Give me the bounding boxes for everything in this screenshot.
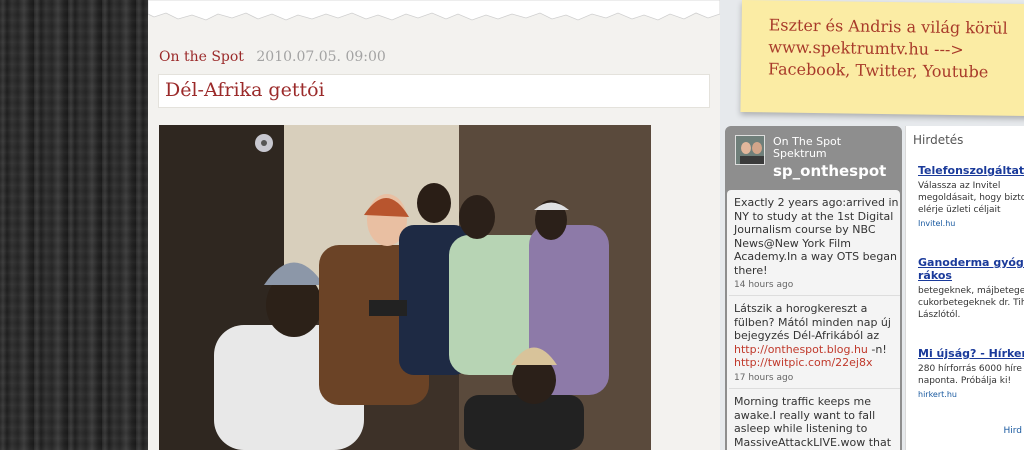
post-date: 2010.07.05. 09:00 <box>256 49 386 65</box>
ad-text-1: betegeknek, májbetege <box>918 286 1024 296</box>
twitter-header: On The Spot Spektrum sp_onthespot <box>725 126 902 190</box>
tweet-item: Morning traffic keeps me awake.I really … <box>734 395 899 449</box>
post-photo <box>159 125 651 450</box>
tweet-divider <box>729 388 900 389</box>
ad-url-link[interactable]: hirkert.hu <box>918 390 1024 399</box>
post-title[interactable]: Dél-Afrika gettói <box>158 74 710 108</box>
tweet-text: Morning traffic keeps me awake.I really … <box>734 395 892 449</box>
twitter-display-name: On The Spot Spektrum <box>773 136 841 160</box>
photo-illustration <box>159 125 651 450</box>
ad-title-link[interactable]: Telefonszolgáltatás <box>918 164 1024 177</box>
tweet-item: Látszik a horogkereszt a fülben? Mától m… <box>734 302 899 385</box>
tweet-divider <box>729 295 900 296</box>
twitter-handle[interactable]: sp_onthespot <box>773 162 886 180</box>
ad-title-link[interactable]: Ganoderma gyógygo <box>918 256 1024 269</box>
ad-text-2: naponta. Próbálja ki! <box>918 376 1012 386</box>
avatar-image <box>736 136 764 164</box>
twitter-timeline: Exactly 2 years ago:arrived in NY to stu… <box>727 190 900 450</box>
torn-paper-edge <box>148 0 720 21</box>
ad-text-2: megoldásait, hogy bizto <box>918 193 1024 203</box>
twitter-avatar[interactable] <box>735 135 765 165</box>
ad-title-link-line2[interactable]: rákos <box>918 269 1024 282</box>
ad-item: Telefonszolgáltatás Válassza az Invitel … <box>918 164 1024 228</box>
ad-title-link[interactable]: Mi újság? - Hírkert <box>918 347 1024 360</box>
wood-background <box>0 0 148 450</box>
post-category-link[interactable]: On the Spot <box>159 49 244 65</box>
tweet-link-twitpic[interactable]: http://twitpic.com/22ej8x <box>734 356 873 369</box>
twitter-name-line2: Spektrum <box>773 147 827 160</box>
tweet-text-mid: -n! <box>867 342 887 356</box>
sticky-line-3[interactable]: Facebook, Twitter, Youtube <box>768 58 1024 84</box>
tweet-time[interactable]: 14 hours ago <box>734 279 899 293</box>
tweet-text: Exactly 2 years ago:arrived in NY to stu… <box>734 196 899 277</box>
tweet-text: Látszik a horogkereszt a fülben? Mától m… <box>734 302 891 342</box>
ad-item: Ganoderma gyógygo rákos betegeknek, májb… <box>918 256 1024 321</box>
twitter-widget: On The Spot Spektrum sp_onthespot Exactl… <box>725 126 902 450</box>
ad-text-3: Lászlótól. <box>918 310 961 320</box>
ads-panel: Hirdetés Telefonszolgáltatás Válassza az… <box>905 126 1024 450</box>
ad-text-1: Válassza az Invitel <box>918 181 1001 191</box>
ad-url-link[interactable]: Invitel.hu <box>918 219 1024 228</box>
tweet-item: Exactly 2 years ago:arrived in NY to stu… <box>734 196 899 293</box>
ads-more-link[interactable]: Hird <box>1003 426 1022 436</box>
tweet-time[interactable]: 17 hours ago <box>734 372 899 386</box>
sticky-note: Eszter és Andris a világ körül www.spekt… <box>740 0 1024 117</box>
ad-text-2: cukorbetegeknek dr. Tih <box>918 298 1024 308</box>
ad-text-3: elérje üzleti céljait <box>918 205 1001 215</box>
tweet-link-blog[interactable]: http://onthespot.blog.hu <box>734 343 868 356</box>
ad-text-1: 280 hírforrás 6000 híre <box>918 364 1022 374</box>
post-meta: On the Spot 2010.07.05. 09:00 <box>159 49 386 65</box>
ad-item: Mi újság? - Hírkert 280 hírforrás 6000 h… <box>918 347 1024 399</box>
ads-heading: Hirdetés <box>913 133 964 147</box>
